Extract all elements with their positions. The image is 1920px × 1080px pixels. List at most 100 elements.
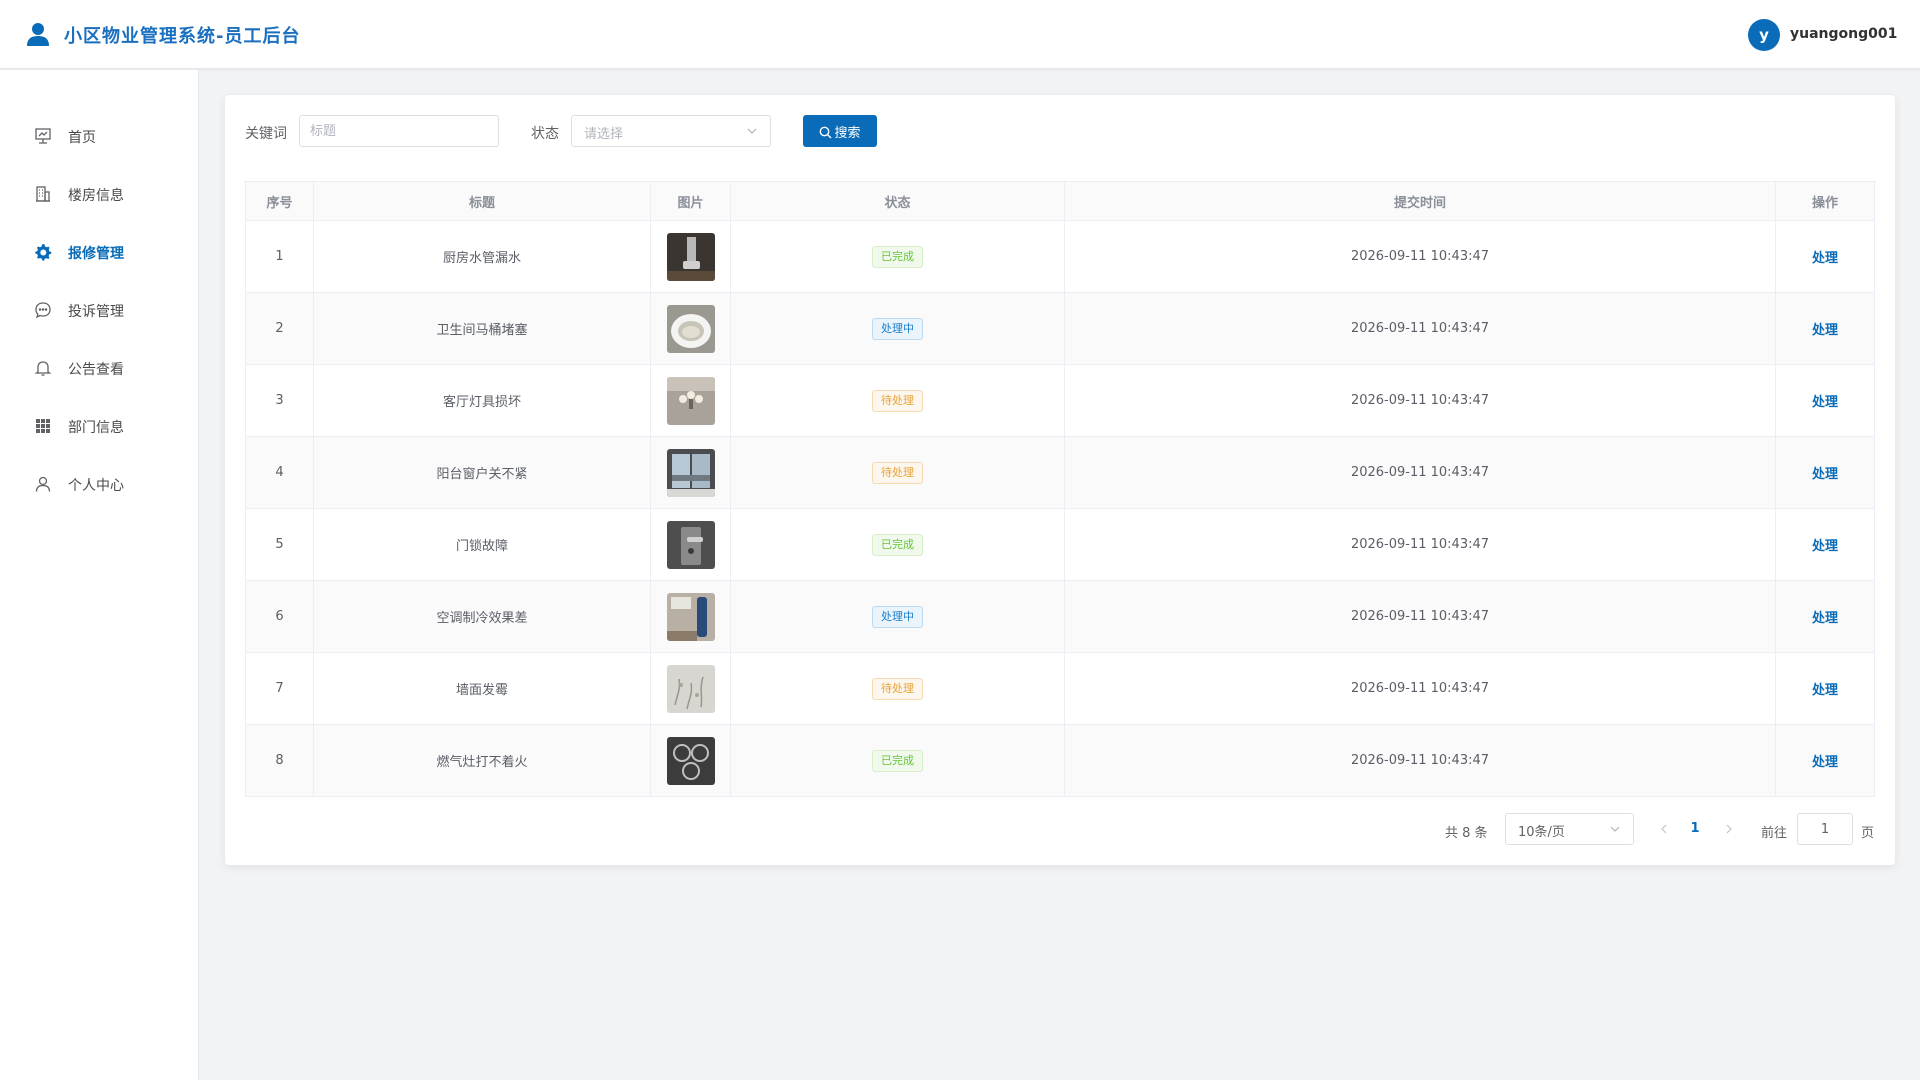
sidebar-item-complaints[interactable]: 投诉管理 bbox=[0, 290, 199, 330]
cell-title: 墙面发霉 bbox=[313, 652, 651, 725]
cell-time: 2026-09-11 10:43:47 bbox=[1064, 292, 1776, 365]
cell-time: 2026-09-11 10:43:47 bbox=[1064, 220, 1776, 293]
keyword-input[interactable] bbox=[299, 115, 499, 147]
cell-time: 2026-09-11 10:43:47 bbox=[1064, 436, 1776, 509]
sidebar-item-label: 报修管理 bbox=[68, 246, 124, 262]
wall-photo[interactable] bbox=[666, 664, 715, 713]
status-badge: 已完成 bbox=[872, 245, 923, 268]
building-icon bbox=[36, 186, 50, 202]
sidebar-item-label: 公告查看 bbox=[68, 362, 124, 378]
table-row: 1 厨房水管漏水 已完成 2026-09-11 10:43:47 处理 bbox=[245, 220, 1875, 293]
chevron-down-icon bbox=[747, 128, 757, 134]
app-title: 小区物业管理系统-员工后台 bbox=[64, 26, 301, 47]
goto-page-input[interactable] bbox=[1797, 813, 1853, 845]
sidebar-item-label: 个人中心 bbox=[68, 478, 124, 494]
repairs-panel: 关键词 状态 请选择 搜索 序号 标题 图片 状态 提交时间 操作 1 厨房水管… bbox=[225, 95, 1895, 865]
table-header-row: 序号 标题 图片 状态 提交时间 操作 bbox=[245, 181, 1875, 221]
col-header-action: 操作 bbox=[1775, 181, 1875, 221]
user-icon bbox=[35, 476, 51, 492]
sidebar-item-departments[interactable]: 部门信息 bbox=[0, 406, 199, 446]
cell-no: 6 bbox=[245, 580, 314, 653]
sidebar-item-home[interactable]: 首页 bbox=[0, 116, 199, 156]
cell-time: 2026-09-11 10:43:47 bbox=[1064, 724, 1776, 797]
page-number-current[interactable]: 1 bbox=[1685, 821, 1705, 836]
search-button-label: 搜索 bbox=[834, 125, 861, 141]
window-photo[interactable] bbox=[666, 448, 715, 497]
sidebar-item-label: 部门信息 bbox=[68, 420, 124, 436]
status-select-placeholder: 请选择 bbox=[584, 127, 624, 142]
lock-photo[interactable] bbox=[666, 520, 715, 569]
sidebar: 首页 楼房信息 报修管理 投诉管理 公告查看 部门信息 个人中心 bbox=[0, 70, 199, 1080]
process-link[interactable]: 处理 bbox=[1812, 539, 1838, 554]
bell-icon bbox=[34, 361, 52, 376]
goto-label: 前往 bbox=[1761, 826, 1788, 841]
sidebar-item-repairs[interactable]: 报修管理 bbox=[0, 232, 199, 272]
process-link[interactable]: 处理 bbox=[1812, 323, 1838, 338]
process-link[interactable]: 处理 bbox=[1812, 755, 1838, 770]
cell-no: 4 bbox=[245, 436, 314, 509]
sidebar-item-label: 楼房信息 bbox=[68, 188, 124, 204]
cell-title: 空调制冷效果差 bbox=[313, 580, 651, 653]
status-label: 状态 bbox=[531, 126, 559, 142]
top-header: 小区物业管理系统-员工后台 y yuangong001 bbox=[0, 0, 1920, 69]
process-link[interactable]: 处理 bbox=[1812, 683, 1838, 698]
sidebar-item-profile[interactable]: 个人中心 bbox=[0, 464, 199, 504]
cell-no: 2 bbox=[245, 292, 314, 365]
avatar[interactable]: y bbox=[1748, 19, 1780, 51]
cell-no: 1 bbox=[245, 220, 314, 293]
search-icon bbox=[820, 126, 832, 138]
cell-title: 厨房水管漏水 bbox=[313, 220, 651, 293]
col-header-time: 提交时间 bbox=[1064, 181, 1776, 221]
table-row: 8 燃气灶打不着火 已完成 2026-09-11 10:43:47 处理 bbox=[245, 724, 1875, 797]
cell-no: 7 bbox=[245, 652, 314, 725]
username[interactable]: yuangong001 bbox=[1790, 26, 1897, 42]
status-badge: 待处理 bbox=[872, 677, 923, 700]
process-link[interactable]: 处理 bbox=[1812, 467, 1838, 482]
sidebar-item-label: 投诉管理 bbox=[68, 304, 124, 320]
pagination-total: 共 8 条 bbox=[1445, 826, 1488, 841]
status-badge: 待处理 bbox=[872, 389, 923, 412]
gear-icon bbox=[35, 244, 52, 261]
process-link[interactable]: 处理 bbox=[1812, 251, 1838, 266]
status-select[interactable]: 请选择 bbox=[571, 115, 771, 147]
prev-page-button[interactable] bbox=[1652, 813, 1676, 845]
cell-title: 燃气灶打不着火 bbox=[313, 724, 651, 797]
search-button[interactable]: 搜索 bbox=[803, 115, 877, 147]
status-badge: 待处理 bbox=[872, 461, 923, 484]
page-suffix-label: 页 bbox=[1861, 826, 1875, 841]
cell-no: 5 bbox=[245, 508, 314, 581]
process-link[interactable]: 处理 bbox=[1812, 611, 1838, 626]
col-header-status: 状态 bbox=[730, 181, 1065, 221]
keyword-label: 关键词 bbox=[245, 126, 287, 142]
cell-time: 2026-09-11 10:43:47 bbox=[1064, 652, 1776, 725]
lamp-photo[interactable] bbox=[666, 376, 715, 425]
sidebar-item-buildings[interactable]: 楼房信息 bbox=[0, 174, 199, 214]
chevron-down-icon bbox=[1610, 826, 1620, 832]
table-row: 4 阳台窗户关不紧 待处理 2026-09-11 10:43:47 处理 bbox=[245, 436, 1875, 509]
ac-photo[interactable] bbox=[666, 592, 715, 641]
next-page-button[interactable] bbox=[1717, 813, 1741, 845]
cell-time: 2026-09-11 10:43:47 bbox=[1064, 508, 1776, 581]
page-size-select[interactable]: 10条/页 bbox=[1505, 813, 1634, 845]
user-icon bbox=[27, 23, 49, 46]
cell-title: 卫生间马桶堵塞 bbox=[313, 292, 651, 365]
col-header-no: 序号 bbox=[245, 181, 314, 221]
sidebar-item-notices[interactable]: 公告查看 bbox=[0, 348, 199, 388]
col-header-title: 标题 bbox=[313, 181, 651, 221]
table-row: 5 门锁故障 已完成 2026-09-11 10:43:47 处理 bbox=[245, 508, 1875, 581]
cell-title: 客厅灯具损坏 bbox=[313, 364, 651, 437]
toilet-photo[interactable] bbox=[666, 304, 715, 353]
table-row: 3 客厅灯具损坏 待处理 2026-09-11 10:43:47 处理 bbox=[245, 364, 1875, 437]
cell-title: 阳台窗户关不紧 bbox=[313, 436, 651, 509]
process-link[interactable]: 处理 bbox=[1812, 395, 1838, 410]
pipe-photo[interactable] bbox=[666, 232, 715, 281]
chevron-right-icon bbox=[1726, 824, 1732, 834]
status-badge: 已完成 bbox=[872, 533, 923, 556]
col-header-image: 图片 bbox=[650, 181, 731, 221]
stove-photo[interactable] bbox=[666, 736, 715, 785]
repairs-table: 序号 标题 图片 状态 提交时间 操作 1 厨房水管漏水 已完成 2026-09… bbox=[245, 181, 1875, 797]
chat-bubble-icon bbox=[35, 302, 51, 319]
status-badge: 处理中 bbox=[872, 317, 923, 340]
grid-icon bbox=[36, 419, 50, 433]
table-row: 2 卫生间马桶堵塞 处理中 2026-09-11 10:43:47 处理 bbox=[245, 292, 1875, 365]
